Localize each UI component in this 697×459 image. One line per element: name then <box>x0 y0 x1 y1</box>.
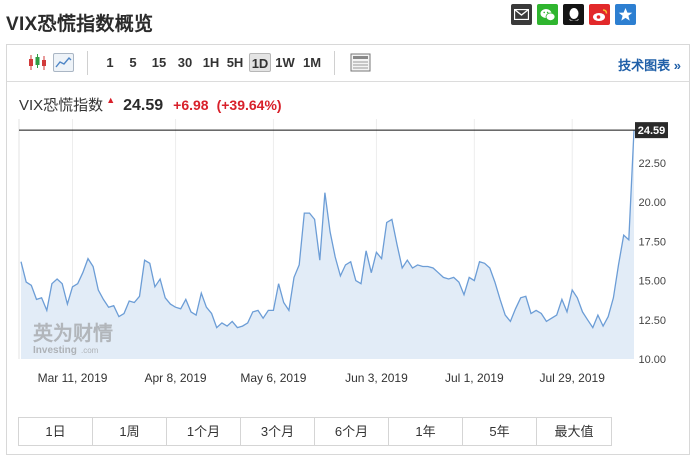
qzone-share-icon[interactable] <box>615 4 636 25</box>
y-tick-label: 17.50 <box>638 236 666 248</box>
watermark-suffix: .com <box>81 346 99 355</box>
watermark-cn: 英为财情 <box>33 321 113 345</box>
watermark-en: Investing <box>33 345 77 356</box>
y-tick-label: 20.00 <box>638 197 666 209</box>
time-range-selector: 1日 1周 1个月 3个月 6个月 1年 5年 最大值 <box>18 417 612 446</box>
range-button[interactable]: 1周 <box>93 418 167 445</box>
x-tick-label: Apr 8, 2019 <box>145 371 207 385</box>
y-tick-label: 12.50 <box>638 315 666 327</box>
x-tick-label: Jul 1, 2019 <box>445 371 504 385</box>
email-share-icon[interactable] <box>511 4 532 25</box>
chart-panel: 1 5 15 30 1H 5H 1D 1W 1M 技术图表 » VIX恐慌指数 ▲ 24.59 … <box>6 44 690 455</box>
range-button[interactable]: 1年 <box>389 418 463 445</box>
weibo-share-icon[interactable] <box>589 4 610 25</box>
x-tick-label: Jul 29, 2019 <box>539 371 605 385</box>
range-button[interactable]: 6个月 <box>315 418 389 445</box>
range-button[interactable]: 1日 <box>19 418 93 445</box>
x-tick-label: Mar 11, 2019 <box>38 371 108 385</box>
range-button[interactable]: 3个月 <box>241 418 315 445</box>
wechat-share-icon[interactable] <box>537 4 558 25</box>
range-button[interactable]: 1个月 <box>167 418 241 445</box>
y-tick-label: 10.00 <box>638 354 666 366</box>
x-tick-label: May 6, 2019 <box>240 371 306 385</box>
qq-share-icon[interactable] <box>563 4 584 25</box>
page-title: VIX恐慌指数概览 <box>6 14 154 35</box>
range-button[interactable]: 5年 <box>463 418 537 445</box>
y-tick-label: 22.50 <box>638 158 666 170</box>
y-tick-label: 15.00 <box>638 276 666 288</box>
vix-area-chart: Mar 11, 2019 Apr 8, 2019 May 6, 2019 Jun 3,… <box>18 119 668 385</box>
x-tick-label: Jun 3, 2019 <box>345 371 408 385</box>
range-button[interactable]: 最大值 <box>537 418 611 445</box>
share-bar <box>511 4 636 25</box>
last-value-label: 24.59 <box>638 125 666 137</box>
